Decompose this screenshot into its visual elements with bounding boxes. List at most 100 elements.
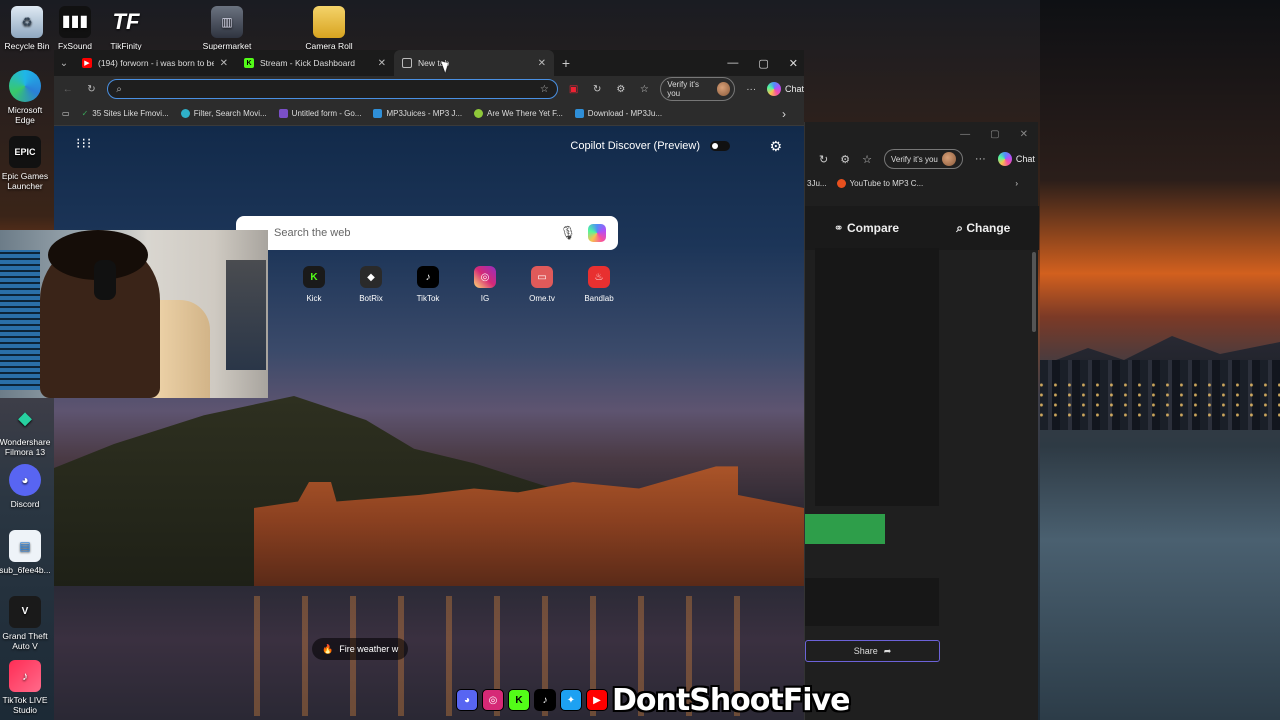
close-icon[interactable]: ✕ bbox=[789, 57, 798, 70]
extension-2-icon[interactable]: ↻ bbox=[589, 84, 605, 95]
quick-link-instagram[interactable]: ◎ IG bbox=[461, 266, 509, 303]
settings-gear-icon[interactable]: ⚙ bbox=[769, 138, 782, 155]
bookmark-item[interactable]: MP3Juices - MP3 J... bbox=[373, 109, 462, 118]
bg-scrollbar[interactable] bbox=[1032, 252, 1036, 332]
desktop-icon-fxsound[interactable]: ▮▮▮ FxSound bbox=[48, 6, 102, 51]
compare-button[interactable]: ⚭ Compare bbox=[834, 221, 899, 235]
change-button[interactable]: ⌕ Change bbox=[956, 221, 1010, 236]
back-icon[interactable]: ← bbox=[60, 84, 76, 95]
bg-bookmark-youtube-mp3[interactable]: YouTube to MP3 C... bbox=[836, 178, 923, 188]
desktop-icon-recycle-bin[interactable]: ♻ Recycle Bin bbox=[0, 6, 54, 51]
favorite-star-icon[interactable]: ☆ bbox=[540, 84, 549, 95]
bg-bookmarks-bar: 3Ju... YouTube to MP3 C... › bbox=[805, 172, 1038, 194]
desktop-icon-tiktok-live[interactable]: ♪ TikTok LIVE Studio bbox=[0, 660, 52, 715]
desktop-icon-edge[interactable]: Microsoft Edge bbox=[0, 70, 52, 125]
share-button[interactable]: Share ➦ bbox=[805, 640, 940, 662]
desktop-icon-sub-file[interactable]: ▤ sub_6fee4b... bbox=[0, 530, 52, 575]
refresh-icon[interactable]: ↻ bbox=[84, 84, 100, 95]
bg-content-panel bbox=[815, 248, 939, 506]
desktop-icon-tikfinity[interactable]: TF TikFinity bbox=[99, 6, 153, 52]
kick-icon: K bbox=[244, 58, 254, 68]
microphone-icon[interactable]: 🎙 bbox=[559, 225, 576, 241]
bookmark-item[interactable]: ✓ 35 Sites Like Fmovi... bbox=[82, 109, 169, 118]
tab-new-tab[interactable]: New tab ✕ bbox=[394, 50, 554, 76]
web-search-box[interactable]: Search the web 🎙 bbox=[236, 216, 618, 250]
toolbar: ← ↻ ⌕ ☆ ▣ ↻ ⚙ ☆ Verify it's you ··· Chat bbox=[54, 76, 804, 102]
bookmarks-folder-icon[interactable]: ▭ bbox=[62, 109, 70, 118]
bookmark-item[interactable]: Untitled form - Go... bbox=[278, 109, 361, 118]
quick-link-botrix[interactable]: ◆ BotRix bbox=[347, 266, 395, 303]
webcam-microphone bbox=[0, 250, 40, 390]
extension-icon[interactable]: ▣ bbox=[566, 84, 582, 95]
more-menu-icon[interactable]: ··· bbox=[743, 84, 759, 95]
bg-close-icon[interactable]: ✕ bbox=[1020, 129, 1028, 140]
streamer-name: DontShootFive bbox=[612, 682, 850, 718]
bg-verify-button[interactable]: Verify it's you bbox=[883, 149, 963, 169]
copilot-search-icon[interactable] bbox=[588, 224, 606, 242]
newtab-icon bbox=[402, 58, 412, 68]
desktop-icon-filmora[interactable]: ◆ Wondershare Filmora 13 bbox=[0, 402, 52, 457]
tab-youtube[interactable]: ▶ (194) forworn - i was born to be al ✕ bbox=[74, 50, 236, 76]
bg-extensions-icon[interactable]: ⚙ bbox=[840, 153, 850, 166]
background-browser-window[interactable]: — ▢ ✕ ↻ ⚙ ☆ Verify it's you ··· Chat 3Ju… bbox=[804, 122, 1039, 720]
desktop-icon-discord[interactable]: ◕ Discord bbox=[0, 464, 52, 509]
supermarket-icon: ▥ bbox=[211, 6, 243, 38]
forms-icon bbox=[278, 109, 288, 118]
desktop-icon-gta[interactable]: V Grand Theft Auto V bbox=[0, 596, 52, 651]
news-ticker[interactable]: 🔥 Fire weather w bbox=[312, 638, 409, 660]
edge-icon bbox=[9, 70, 41, 102]
tab-actions-chevron-icon[interactable]: ⌄ bbox=[54, 58, 74, 69]
toggle-switch[interactable] bbox=[710, 141, 730, 151]
minimize-icon[interactable]: — bbox=[727, 57, 738, 69]
bg-minimize-icon[interactable]: — bbox=[960, 129, 970, 140]
tab-close-icon[interactable]: ✕ bbox=[220, 58, 228, 69]
desktop-icon-supermarket[interactable]: ▥ Supermarket bbox=[200, 6, 254, 51]
copilot-discover-toggle[interactable]: Copilot Discover (Preview) bbox=[570, 140, 730, 152]
desktop-icon-camera-roll[interactable]: Camera Roll bbox=[302, 6, 356, 51]
quick-link-tiktok[interactable]: ♪ TikTok bbox=[404, 266, 452, 303]
chat-button[interactable]: Chat bbox=[767, 82, 804, 96]
gta-icon: V bbox=[9, 596, 41, 628]
verify-button[interactable]: Verify it's you bbox=[660, 77, 736, 101]
instagram-icon: ◎ bbox=[474, 266, 496, 288]
app-launcher-icon[interactable]: ⁝⁝⁝ bbox=[76, 136, 92, 150]
quick-link-ometv[interactable]: ▭ Ome.tv bbox=[518, 266, 566, 303]
bookmark-item[interactable]: Filter, Search Movi... bbox=[180, 109, 267, 118]
quick-link-bandlab[interactable]: ♨ Bandlab bbox=[575, 266, 623, 303]
favorites-icon[interactable]: ☆ bbox=[637, 84, 653, 95]
bg-bookmarks-chevron-icon[interactable]: › bbox=[1015, 179, 1018, 188]
webcam-hanging-clothes bbox=[226, 260, 266, 370]
bg-more-icon[interactable]: ··· bbox=[975, 153, 986, 165]
bg-favorites-icon[interactable]: ☆ bbox=[862, 153, 872, 166]
tab-close-icon[interactable]: ✕ bbox=[538, 58, 546, 69]
bg-green-button[interactable] bbox=[805, 514, 885, 544]
webcam-headset bbox=[94, 260, 116, 300]
bookmark-favicon bbox=[180, 109, 190, 118]
bookmark-item[interactable]: Are We There Yet F... bbox=[474, 109, 563, 118]
bookmarks-overflow-chevron-icon[interactable]: › bbox=[782, 107, 786, 121]
extensions-puzzle-icon[interactable]: ⚙ bbox=[613, 84, 629, 95]
bg-refresh-icon[interactable]: ↻ bbox=[819, 153, 828, 166]
address-input[interactable] bbox=[127, 83, 534, 95]
youtube-icon: ▶ bbox=[82, 58, 92, 68]
tiktok-icon: ♪ bbox=[417, 266, 439, 288]
bg-maximize-icon[interactable]: ▢ bbox=[990, 129, 999, 140]
bookmark-item[interactable]: Download - MP3Ju... bbox=[574, 109, 662, 118]
bg-avatar bbox=[941, 152, 956, 166]
wallpaper-city-lights bbox=[1040, 380, 1280, 420]
recycle-bin-icon: ♻ bbox=[11, 6, 43, 38]
tab-kick-dashboard[interactable]: K Stream - Kick Dashboard ✕ bbox=[236, 50, 394, 76]
folder-icon bbox=[313, 6, 345, 38]
twitter-icon: ✦ bbox=[560, 689, 582, 711]
youtube-mp3-icon bbox=[836, 178, 846, 188]
desktop-icon-epic-games[interactable]: EPIC Epic Games Launcher bbox=[0, 136, 52, 191]
tab-close-icon[interactable]: ✕ bbox=[378, 58, 386, 69]
botrix-icon: ◆ bbox=[360, 266, 382, 288]
address-bar[interactable]: ⌕ ☆ bbox=[107, 79, 558, 99]
bg-bookmark-partial[interactable]: 3Ju... bbox=[807, 179, 827, 188]
tikfinity-icon: TF bbox=[112, 9, 140, 34]
bg-chat-button[interactable]: Chat bbox=[997, 152, 1035, 166]
quick-link-kick[interactable]: K Kick bbox=[290, 266, 338, 303]
new-tab-plus-icon[interactable]: + bbox=[554, 55, 578, 71]
maximize-icon[interactable]: ▢ bbox=[758, 57, 768, 70]
